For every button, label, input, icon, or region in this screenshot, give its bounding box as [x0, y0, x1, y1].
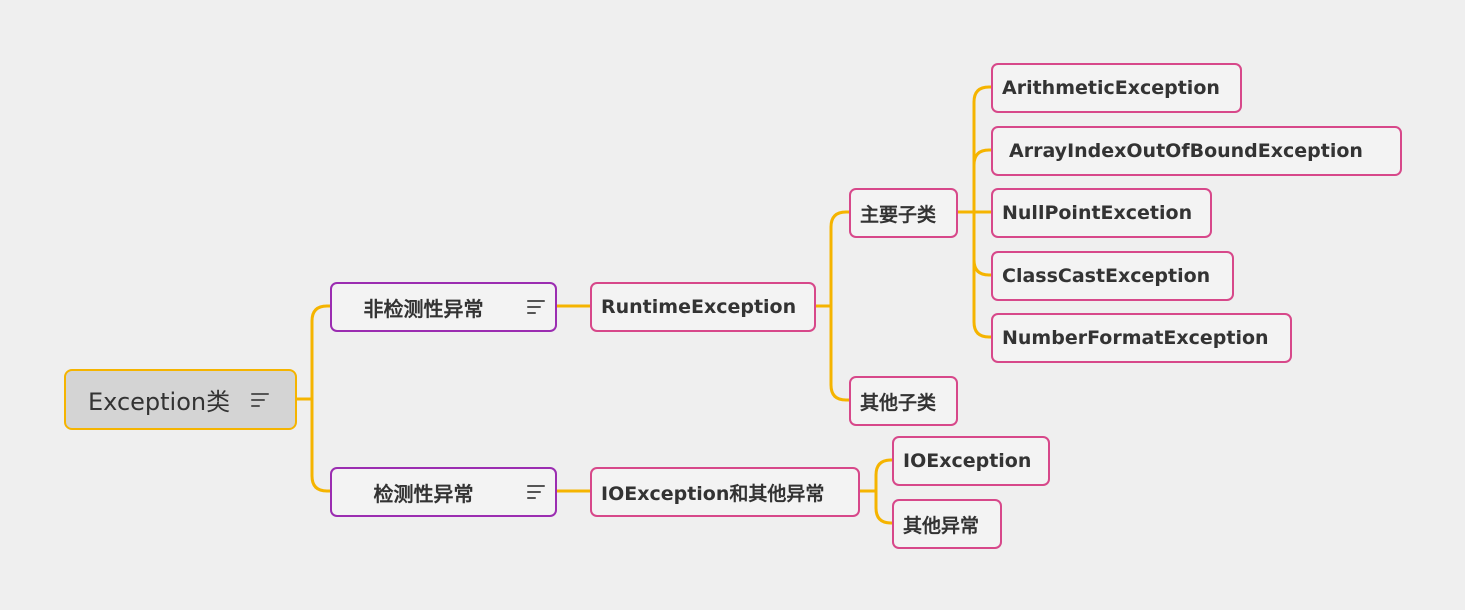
- root-node-exception[interactable]: Exception类: [64, 369, 297, 430]
- node-label: IOException: [903, 450, 1032, 472]
- node-label: NumberFormatException: [1002, 327, 1269, 349]
- mind-map: Exception类 非检测性异常 检测性异常 RuntimeException…: [0, 0, 1465, 610]
- node-number-format-exception[interactable]: NumberFormatException: [991, 313, 1292, 363]
- node-runtime-exception[interactable]: RuntimeException: [590, 282, 816, 332]
- node-label: NullPointExcetion: [1002, 202, 1193, 224]
- node-other-exceptions[interactable]: 其他异常: [892, 499, 1002, 549]
- node-main-subclasses[interactable]: 主要子类: [849, 188, 958, 238]
- node-label: RuntimeException: [601, 296, 797, 318]
- node-ioexception-and-others[interactable]: IOException和其他异常: [590, 467, 860, 517]
- node-label: 非检测性异常: [363, 296, 484, 321]
- node-label: 其他异常: [903, 514, 980, 537]
- root-node-label: Exception类: [88, 388, 231, 416]
- node-label: IOException和其他异常: [601, 482, 825, 505]
- node-other-subclasses[interactable]: 其他子类: [849, 376, 958, 426]
- node-ioexception[interactable]: IOException: [892, 436, 1050, 486]
- node-label: 其他子类: [860, 391, 937, 414]
- node-arithmetic-exception[interactable]: ArithmeticException: [991, 63, 1242, 113]
- note-icon[interactable]: [527, 300, 545, 314]
- node-checked-exceptions[interactable]: 检测性异常: [330, 467, 557, 517]
- node-unchecked-exceptions[interactable]: 非检测性异常: [330, 282, 557, 332]
- node-label: ClassCastException: [1002, 265, 1211, 287]
- node-array-index-out-of-bound-exception[interactable]: ArrayIndexOutOfBoundException: [991, 126, 1402, 176]
- node-null-point-exception[interactable]: NullPointExcetion: [991, 188, 1212, 238]
- note-icon[interactable]: [251, 393, 269, 407]
- note-icon[interactable]: [527, 485, 545, 499]
- node-label: 检测性异常: [373, 481, 474, 506]
- node-class-cast-exception[interactable]: ClassCastException: [991, 251, 1234, 301]
- node-label: ArrayIndexOutOfBoundException: [1009, 140, 1363, 162]
- node-label: 主要子类: [860, 203, 937, 226]
- node-label: ArithmeticException: [1002, 77, 1220, 99]
